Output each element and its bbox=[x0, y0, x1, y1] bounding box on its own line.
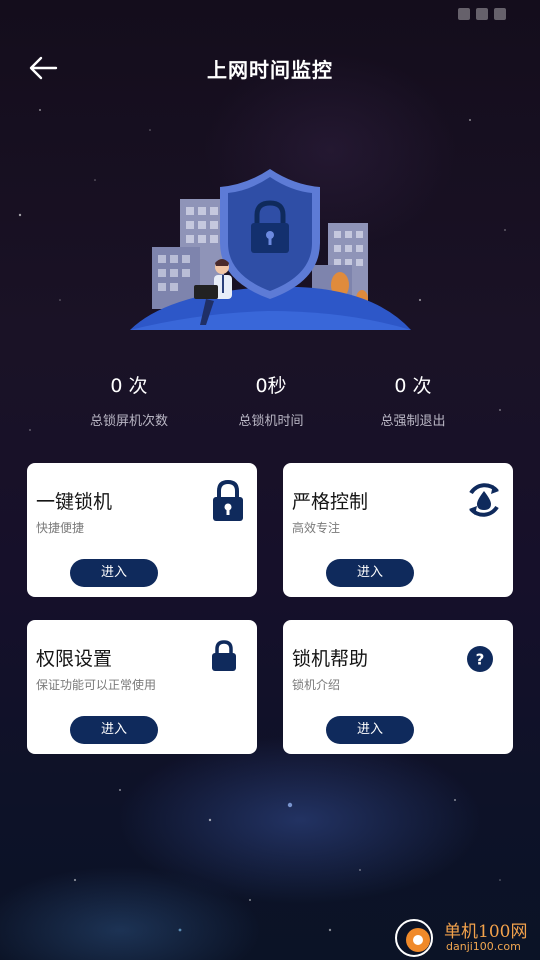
enter-button[interactable]: 进入 bbox=[326, 559, 414, 587]
status-bar bbox=[0, 0, 540, 30]
card-subtitle: 保证功能可以正常使用 bbox=[36, 678, 157, 692]
card-strict-control: 严格控制 高效专注 进入 bbox=[283, 463, 513, 597]
card-one-key-lock: 一键锁机 快捷便捷 进入 bbox=[27, 463, 257, 597]
battery-icon bbox=[494, 8, 506, 20]
lock-icon bbox=[212, 640, 236, 671]
shield-illustration bbox=[130, 169, 411, 330]
card-permission-settings: 权限设置 保证功能可以正常使用 进入 bbox=[27, 620, 257, 754]
stat-label: 总锁屏机次数 bbox=[89, 414, 168, 429]
stat-label: 总强制退出 bbox=[380, 414, 446, 429]
signal-icon bbox=[476, 8, 488, 20]
card-lock-help: 锁机帮助 锁机介绍 ? 进入 bbox=[283, 620, 513, 754]
stat-lock-time: 0秒 总锁机时间 bbox=[201, 372, 341, 429]
watermark-logo-icon bbox=[395, 919, 433, 957]
card-title: 锁机帮助 bbox=[292, 648, 369, 670]
cycle-drop-icon bbox=[469, 483, 499, 517]
page-title: 上网时间监控 bbox=[207, 58, 333, 82]
enter-button[interactable]: 进入 bbox=[70, 559, 158, 587]
wifi-icon bbox=[458, 8, 470, 20]
watermark: 单机100网 danji100.com bbox=[390, 914, 540, 960]
stat-value: 0秒 bbox=[255, 375, 287, 397]
svg-text:?: ? bbox=[476, 651, 485, 669]
stat-value: 0 次 bbox=[110, 375, 148, 397]
card-title: 权限设置 bbox=[36, 648, 113, 670]
stat-value: 0 次 bbox=[394, 375, 432, 397]
card-subtitle: 高效专注 bbox=[292, 521, 341, 535]
watermark-name: 单机100网 bbox=[444, 922, 528, 942]
card-title: 一键锁机 bbox=[36, 491, 113, 513]
card-subtitle: 快捷便捷 bbox=[36, 521, 85, 535]
watermark-domain: danji100.com bbox=[446, 940, 521, 953]
enter-button[interactable]: 进入 bbox=[326, 716, 414, 744]
card-subtitle: 锁机介绍 bbox=[292, 678, 341, 692]
help-icon: ? bbox=[467, 646, 493, 672]
status-icons bbox=[458, 8, 506, 20]
stat-label: 总锁机时间 bbox=[238, 414, 304, 429]
padlock-icon bbox=[213, 479, 243, 521]
stat-force-exit: 0 次 总强制退出 bbox=[343, 372, 483, 429]
enter-button[interactable]: 进入 bbox=[70, 716, 158, 744]
stat-lock-count: 0 次 总锁屏机次数 bbox=[59, 372, 199, 429]
stats-row: 0 次 总锁屏机次数 0秒 总锁机时间 0 次 总强制退出 bbox=[0, 372, 540, 432]
card-title: 严格控制 bbox=[292, 491, 369, 513]
